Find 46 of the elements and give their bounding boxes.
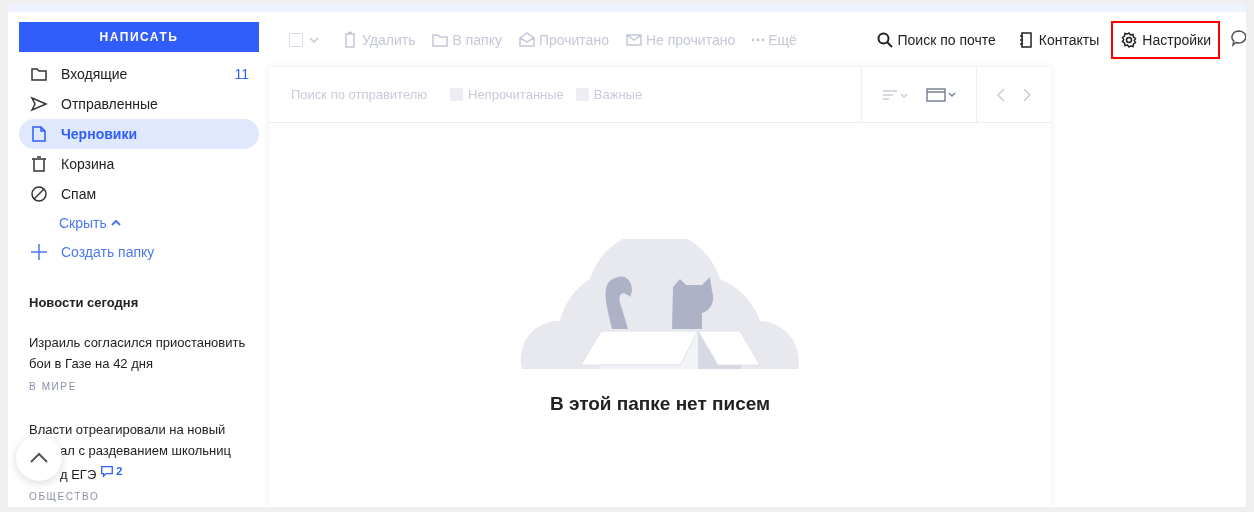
open-envelope-icon (517, 30, 536, 49)
send-icon (30, 94, 48, 113)
folder-label: Отправленные (61, 95, 158, 112)
folder-item[interactable]: Черновики (19, 118, 259, 149)
next-icon[interactable] (1023, 87, 1031, 102)
header-link[interactable]: Настройки (1111, 20, 1220, 59)
chevron-up-icon[interactable] (110, 218, 121, 227)
settings-icon (1120, 30, 1139, 49)
dots-icon (751, 37, 766, 42)
empty-folder-message: В этой папке нет писем (549, 393, 771, 415)
layout-icon[interactable] (926, 87, 956, 102)
folder-item[interactable]: Спам (19, 178, 259, 209)
news-headline[interactable]: ал с раздеванием школьниц (60, 439, 231, 461)
folder-label: Корзина (61, 155, 115, 172)
trash-icon (30, 154, 48, 173)
folder-label: Спам (61, 185, 97, 202)
news-headline[interactable]: Израиль согласился приостановить (29, 331, 246, 353)
chevron-down-icon[interactable] (309, 36, 319, 43)
folder-item[interactable]: Отправленные (19, 88, 259, 119)
folder-label: Входящие (61, 65, 128, 82)
create-folder-link[interactable]: Создать папку (30, 242, 269, 261)
scroll-up-button[interactable] (16, 435, 62, 481)
chat-icon[interactable] (1230, 28, 1246, 47)
news-category[interactable]: ОБЩЕСТВО (29, 486, 100, 507)
chevron-up-icon (29, 452, 49, 464)
search-icon (875, 30, 894, 49)
unread-count: 11 (234, 65, 249, 82)
plus-icon (30, 242, 48, 261)
header-link[interactable]: Поиск по почте (866, 20, 1005, 59)
news-category[interactable]: В МИРЕ (29, 375, 77, 397)
folder-item[interactable]: Входящие 11 (19, 58, 259, 89)
news-headline[interactable]: д ЕГЭ 2 (60, 460, 123, 484)
news-headline[interactable]: бои в Газе на 42 дня (29, 352, 153, 374)
select-all-checkbox[interactable] (289, 32, 303, 47)
blocked-icon (30, 184, 48, 203)
document-icon (30, 124, 48, 143)
previous-icon[interactable] (997, 87, 1005, 102)
news-headline[interactable]: Власти отреагировали на новый (29, 418, 226, 440)
folder-label: Черновики (61, 125, 137, 142)
hide-link[interactable]: Скрыть (59, 214, 269, 231)
header-link[interactable]: Контакты (1007, 20, 1109, 59)
news-heading: Новости сегодня (29, 294, 140, 310)
folder-item[interactable]: Корзина (19, 148, 259, 179)
comment-icon (100, 464, 115, 478)
sort-icon[interactable] (882, 89, 908, 100)
compose-button[interactable]: НАПИСАТЬ (19, 22, 259, 52)
